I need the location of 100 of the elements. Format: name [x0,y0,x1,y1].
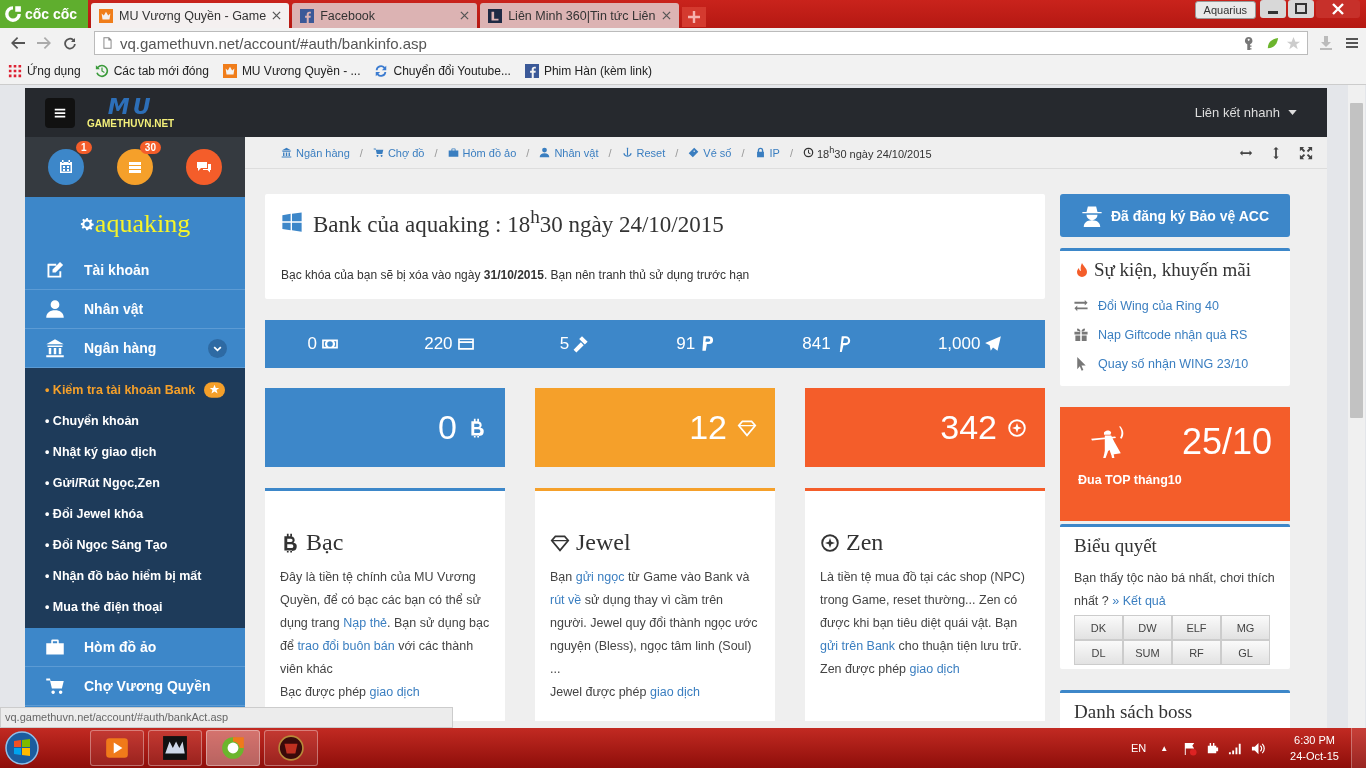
star-icon[interactable] [1286,35,1301,51]
text-link[interactable]: rút về [550,593,582,607]
back-icon[interactable] [10,35,26,51]
taskbar-app[interactable] [90,730,144,766]
protect-account-button[interactable]: Đã đăng ký Bảo vệ ACC [1060,194,1290,237]
reload-icon[interactable] [62,35,78,51]
poll-option-button[interactable]: DK [1074,615,1123,640]
browser-tab[interactable]: MU Vương Quyền - Game [91,3,290,28]
breadcrumb-separator: / [608,146,612,159]
bank-icon [281,147,292,158]
poll-option-button[interactable]: DL [1074,640,1123,665]
browser-tab[interactable]: Facebook [292,3,478,28]
quick-links-menu[interactable]: Liên kết nhanh [1194,105,1297,120]
submenu-item[interactable]: • Đổi Jewel khóa [25,498,245,529]
breadcrumb-link[interactable]: Chợ đồ [372,146,425,159]
balance-value: 12 [689,408,727,447]
taskbar-app[interactable] [264,730,318,766]
breadcrumb-link[interactable]: IP [754,146,780,159]
language-indicator[interactable]: EN [1130,742,1147,754]
shortcut-button[interactable] [47,149,84,185]
event-link[interactable]: Đổi Wing của Ring 40 [1072,291,1276,320]
maximize-icon[interactable] [1288,0,1314,18]
shortcut-button[interactable] [117,149,153,185]
breadcrumb-link[interactable]: Hòm đồ ảo [447,146,517,159]
poll-option-button[interactable]: RF [1172,640,1221,665]
breadcrumb-link[interactable]: Nhân vật [539,146,599,159]
text-link[interactable]: trao đổi buôn bán [297,639,395,653]
taskbar-clock[interactable]: 6:30 PM 24-Oct-15 [1290,732,1339,764]
text-link[interactable]: gửi ngọc [575,570,625,584]
facebook-icon [300,8,315,23]
event-link[interactable]: Nạp Giftcode nhận quà RS [1072,320,1276,349]
poll-option-button[interactable]: GL [1221,640,1270,665]
breadcrumb-link[interactable]: Vé số [688,146,732,159]
description-text: Zen được phép giao dịch [820,661,961,678]
fullscreen-icon[interactable] [1299,145,1313,160]
chevron-icon[interactable] [208,338,227,358]
plane-icon [984,335,1003,353]
breadcrumb-separator: / [789,146,793,159]
bookmark-item[interactable]: Chuyển đổi Youtube... [374,64,511,78]
menu-icon[interactable] [1344,35,1360,51]
event-link[interactable]: Quay số nhận WING 23/10 [1072,349,1276,378]
start-button[interactable] [4,730,40,766]
user-icon [45,299,65,319]
poll-option-button[interactable]: MG [1221,615,1270,640]
media-player-icon [104,735,130,761]
address-bar[interactable]: vq.gamethuvn.net/account/#auth/bankinfo.asp [94,31,1308,55]
caret-icon [1288,110,1297,115]
bookmark-item[interactable]: Các tab mới đóng [94,64,209,78]
bookmark-item[interactable]: Ứng dụng [8,64,81,78]
volume-icon[interactable] [1251,740,1267,756]
sidebar-menu-item[interactable]: Hòm đồ ảo [25,628,245,667]
list-icon [127,159,143,175]
poll-option-button[interactable]: ELF [1172,615,1221,640]
power-icon[interactable] [1205,740,1221,756]
shortcut-button[interactable] [186,149,223,185]
breadcrumb-link[interactable]: Ngân hàng [281,146,350,159]
panel-title: Danh sách boss [1074,701,1193,723]
taskbar-app[interactable] [148,730,202,766]
new-tab-icon[interactable] [681,6,706,28]
card-title: Zen [846,529,884,556]
text-link[interactable]: giao dịch [909,662,960,676]
submenu-item[interactable]: • Nhận đồ bảo hiểm bị mất [25,560,245,591]
user-icon [539,147,551,158]
close-icon[interactable] [272,11,282,20]
text-link[interactable]: giao dịch [369,685,420,699]
ticket-icon [688,147,700,158]
tray-arrow[interactable]: ▲ [1160,743,1169,753]
bookmark-item[interactable]: MU Vương Quyền - ... [222,64,361,78]
submenu-item[interactable]: • Đổi Ngọc Sáng Tạo [25,529,245,560]
submenu-item[interactable]: • Nhật ký giao dịch [25,436,245,467]
text-link[interactable]: giao dịch [649,685,700,699]
text-link[interactable]: gửi trên Bank [820,639,896,653]
bookmark-item[interactable]: Phim Hàn (kèm link) [524,64,652,78]
poll-option-button[interactable]: DW [1123,615,1172,640]
crown-icon [222,64,237,78]
breadcrumb-link[interactable]: Reset [621,146,666,159]
panel-title: Sự kiện, khuyến mãi [1094,259,1251,281]
count-badge: 1 [76,141,92,154]
flag-icon[interactable] [1182,740,1198,756]
scrollbar[interactable] [1348,85,1365,728]
game-icon [162,735,188,761]
results-link[interactable]: » Kết quả [1112,594,1166,608]
facebook-icon [524,64,539,78]
shield-icon [488,8,503,23]
submenu-item[interactable]: • Kiểm tra tài khoản Bank [25,374,245,405]
close-window-icon[interactable] [1316,0,1360,18]
submenu-item[interactable]: • Gửi/Rút Ngọc,Zen [25,467,245,498]
submenu-item[interactable]: • Mua thẻ điện thoại [25,591,245,622]
calendar-icon [57,159,74,175]
close-icon[interactable] [460,11,470,20]
minimize-icon[interactable] [1260,0,1286,18]
text-link[interactable]: Nạp thẻ [343,616,388,630]
poll-option-button[interactable]: SUM [1123,640,1172,665]
profile-button[interactable]: Aquarius [1194,1,1256,19]
submenu-item[interactable]: • Chuyển khoản [25,405,245,436]
browser-tab[interactable]: Liên Minh 360|Tin tức Liên [480,3,679,28]
sidebar-menu-item[interactable]: Nhân vật [25,290,245,329]
menu-button[interactable] [45,97,75,128]
windows-icon [281,210,303,233]
close-icon[interactable] [661,11,671,20]
